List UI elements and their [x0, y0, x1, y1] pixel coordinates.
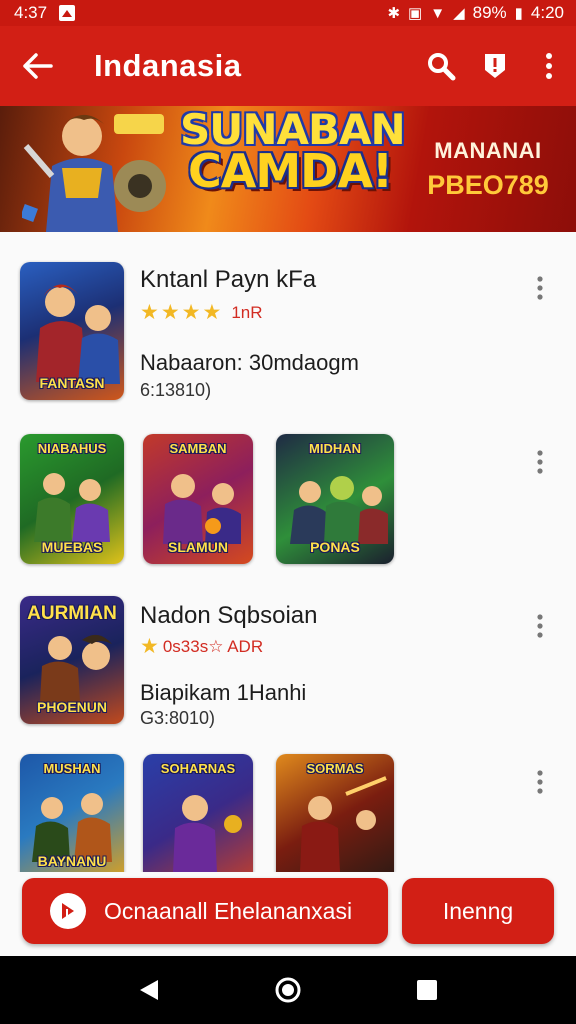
app-bar: Indanasia: [0, 26, 576, 106]
more-vert-icon: [537, 770, 543, 794]
bluetooth-icon: ✱: [387, 4, 401, 22]
game-thumbnail[interactable]: AURMIAN PHOENUN: [20, 596, 124, 724]
search-icon: [428, 53, 456, 81]
item-title: Nadon Sqbsoian: [140, 602, 318, 629]
system-nav-bar: [0, 956, 576, 1024]
nav-back-button[interactable]: [119, 960, 179, 1020]
item-description: Nabaaron: 30mdaogm: [140, 350, 359, 375]
status-time-left: 4:37: [14, 3, 48, 22]
game-thumbnail[interactable]: MUSHAN BAYNANU: [20, 754, 124, 872]
thumbnail-caption-top: NIABAHUS: [37, 441, 107, 456]
arrow-back-icon: [23, 53, 53, 79]
rating-text: 1nR: [231, 302, 263, 322]
item-title: Kntanl Payn kFa: [140, 266, 317, 293]
primary-action-button[interactable]: Ocnaanall Ehelananxasi: [22, 878, 388, 944]
rating-text: 0s33s☆ ADR: [162, 636, 264, 656]
alert-icon: [485, 54, 505, 78]
promo-banner[interactable]: SUNABAN CAMDA! MANANAI PBEO789: [0, 106, 576, 232]
row-more-button[interactable]: [520, 442, 560, 482]
star-icon: ★: [202, 301, 222, 324]
game-thumbnail[interactable]: FANTASN: [20, 262, 124, 400]
more-vert-icon: [546, 53, 552, 79]
row-more-button[interactable]: [520, 762, 560, 802]
page-title: Indanasia: [94, 48, 242, 83]
more-vert-icon: [537, 450, 543, 474]
thumbnail-caption-bottom: PHOENUN: [36, 699, 107, 715]
nav-home-icon: [275, 977, 301, 1003]
status-time-right: 4:20: [530, 3, 564, 22]
thumbnail-row: NIABAHUS MUEBAS SAMBAN SLAMUN MIDHAN PON…: [0, 434, 576, 566]
thumbnail-caption-top: AURMIAN: [27, 603, 117, 624]
game-thumbnail[interactable]: NIABAHUS MUEBAS: [20, 434, 124, 564]
star-icon: ★: [160, 301, 180, 324]
game-thumbnail[interactable]: MIDHAN PONAS: [276, 434, 394, 564]
item-more-button[interactable]: [520, 606, 560, 646]
banner-side-line2: PBEO789: [427, 170, 549, 200]
notification-icon: [59, 5, 76, 21]
hero-character-illustration: [22, 114, 166, 232]
overflow-menu-button[interactable]: [522, 26, 576, 106]
rating: ★ 0s33s☆ ADR: [140, 636, 263, 657]
thumbnail-caption-top: MUSHAN: [43, 761, 101, 776]
item-description: Biapikam 1Hanhi: [140, 680, 307, 705]
item-meta: 6:13810): [140, 380, 212, 400]
vibrate-icon: ▣: [408, 4, 423, 22]
thumbnail-caption-top: SORMAS: [306, 761, 364, 776]
thumbnail-row: MUSHAN BAYNANU SOHARNAS SORMAS: [0, 754, 576, 872]
wifi-icon: ▼: [430, 4, 446, 22]
list-item[interactable]: FANTASN Kntanl Payn kFa ★ ★ ★ ★ 1nR Naba…: [0, 262, 576, 402]
action-bar: Ocnaanall Ehelananxasi Inenng: [0, 872, 576, 956]
signal-icon: ◢: [453, 4, 465, 22]
status-right: ✱ ▣ ▼ ◢ 89% ▮ 4:20: [387, 3, 564, 23]
more-vert-icon: [537, 614, 543, 638]
alert-button[interactable]: [468, 26, 522, 106]
more-vert-icon: [537, 276, 543, 300]
thumbnail-caption-top: MIDHAN: [309, 441, 361, 456]
thumbnail-caption-bottom: PONAS: [310, 539, 360, 555]
star-icon: ★: [140, 301, 159, 324]
game-thumbnail[interactable]: SORMAS: [276, 754, 394, 872]
thumbnail-caption-top: SAMBAN: [169, 441, 227, 456]
nav-back-icon: [140, 980, 159, 1000]
thumbnail-caption-bottom: MUEBAS: [41, 539, 103, 555]
secondary-action-button[interactable]: Inenng: [402, 878, 554, 944]
list-item[interactable]: AURMIAN PHOENUN Nadon Sqbsoian ★ 0s33s☆ …: [0, 596, 576, 728]
rating: ★ ★ ★ ★ 1nR: [140, 302, 263, 323]
game-thumbnail[interactable]: SAMBAN SLAMUN: [143, 434, 253, 564]
battery-icon: ▮: [514, 4, 523, 22]
battery-percent: 89%: [472, 3, 507, 22]
thumbnail-caption-top: SOHARNAS: [160, 761, 236, 776]
back-button[interactable]: [0, 26, 76, 106]
thumbnail-caption: FANTASN: [39, 375, 105, 391]
thumbnail-caption-bottom: BAYNANU: [37, 853, 107, 869]
item-more-button[interactable]: [520, 268, 560, 308]
item-meta: G3:8010): [140, 708, 216, 728]
game-list: FANTASN Kntanl Payn kFa ★ ★ ★ ★ 1nR Naba…: [0, 232, 576, 872]
banner-side-text: MANANAI PBEO789: [418, 138, 558, 201]
status-bar: 4:37 ✱ ▣ ▼ ◢ 89% ▮ 4:20: [0, 0, 576, 26]
star-icon: ★: [140, 635, 159, 658]
banner-title: SUNABAN CAMDA!: [180, 109, 406, 198]
screen: 4:37 ✱ ▣ ▼ ◢ 89% ▮ 4:20 Indanasia SUNABA…: [0, 0, 576, 1024]
star-icon: ★: [181, 301, 201, 324]
nav-home-button[interactable]: [258, 960, 318, 1020]
status-left: 4:37: [14, 3, 76, 23]
primary-action-label: Ocnaanall Ehelananxasi: [104, 897, 353, 924]
game-thumbnail[interactable]: SOHARNAS: [143, 754, 253, 872]
play-badge-icon: [50, 893, 86, 929]
nav-recents-button[interactable]: [397, 960, 457, 1020]
search-button[interactable]: [414, 26, 468, 106]
banner-title-line2: CAMDA!: [188, 143, 393, 198]
banner-side-line1: MANANAI: [434, 138, 542, 163]
thumbnail-caption-bottom: SLAMUN: [168, 539, 228, 555]
nav-recents-icon: [416, 980, 437, 1000]
